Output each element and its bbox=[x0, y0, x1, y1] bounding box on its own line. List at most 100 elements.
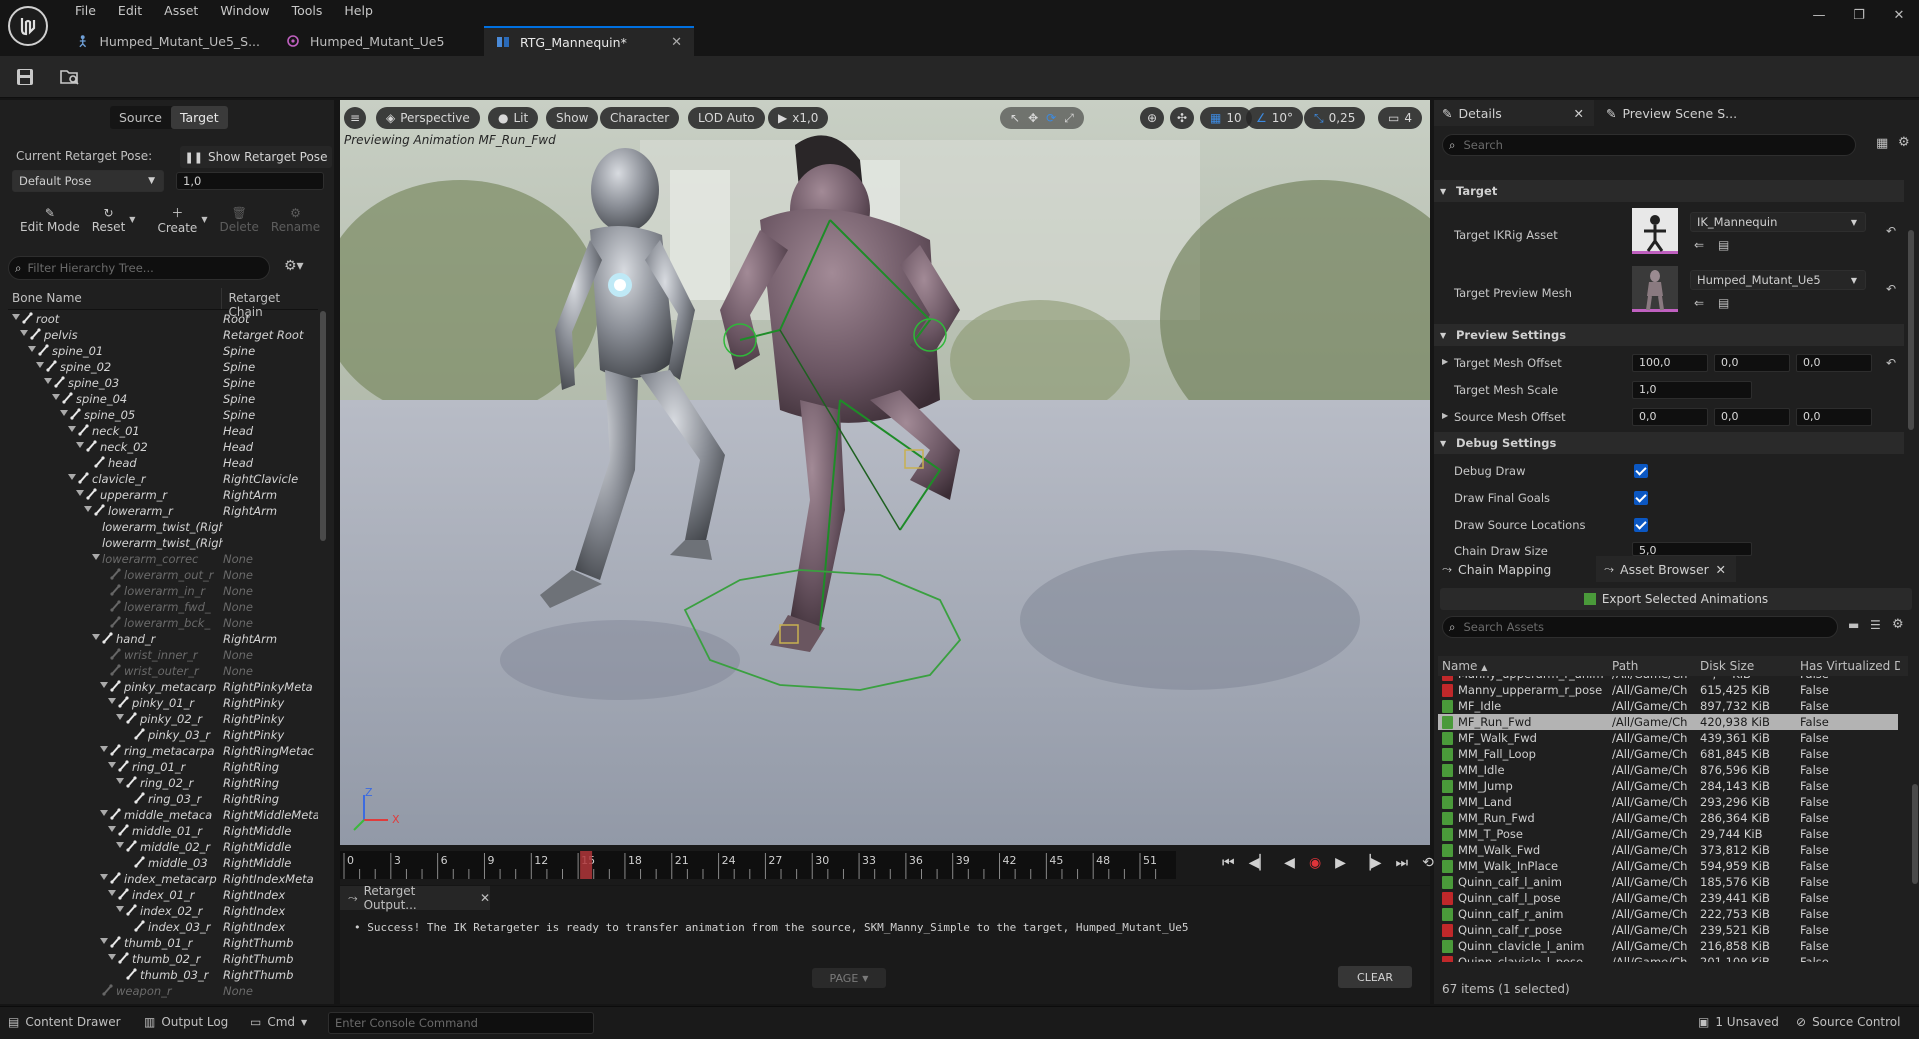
reset-to-default-icon[interactable]: ↶ bbox=[1886, 224, 1896, 238]
chevron-down-icon[interactable] bbox=[100, 874, 108, 880]
tree-row[interactable]: pinky_metacarp RightPinkyMeta bbox=[8, 679, 318, 695]
tab-asset-browser[interactable]: ⤳ Asset Browser ✕ bbox=[1596, 556, 1736, 582]
delete-button[interactable]: 🗑 Delete bbox=[219, 206, 258, 234]
tree-row[interactable]: ring_01_r RightRing bbox=[8, 759, 318, 775]
content-drawer-button[interactable]: ▤ Content Drawer bbox=[8, 1015, 121, 1029]
tab-ikrig[interactable]: Humped_Mutant_Ue5 bbox=[274, 26, 484, 56]
minimize-icon[interactable]: — bbox=[1799, 0, 1839, 30]
chevron-down-icon[interactable] bbox=[60, 410, 68, 416]
asset-row[interactable]: Quinn_clavicle_l_anim/All/Game/Ch 216,858… bbox=[1438, 938, 1898, 954]
asset-row[interactable]: Quinn_calf_r_pose/All/Game/Ch 239,521 KiB… bbox=[1438, 922, 1898, 938]
tree-row[interactable]: spine_05 Spine bbox=[8, 407, 318, 423]
tree-row[interactable]: middle_03 RightMiddle bbox=[8, 855, 318, 871]
tree-row[interactable]: lowerarm_r RightArm bbox=[8, 503, 318, 519]
ikrig-thumbnail[interactable] bbox=[1632, 208, 1678, 254]
lit-button[interactable]: ● Lit bbox=[488, 107, 539, 129]
asset-row[interactable]: MF_Walk_Fwd/All/Game/Ch 439,361 KiB False bbox=[1438, 730, 1898, 746]
chevron-down-icon[interactable] bbox=[44, 378, 52, 384]
tree-row[interactable]: spine_04 Spine bbox=[8, 391, 318, 407]
settings-icon[interactable]: ⚙▾ bbox=[284, 258, 304, 274]
chevron-down-icon[interactable] bbox=[108, 826, 116, 832]
chain-size-field[interactable]: 5,0 bbox=[1632, 542, 1752, 556]
settings-icon[interactable]: ⚙ bbox=[1892, 617, 1904, 632]
tree-row[interactable]: neck_01 Head bbox=[8, 423, 318, 439]
reset-to-default-icon[interactable]: ↶ bbox=[1886, 282, 1896, 296]
menu-edit[interactable]: Edit bbox=[107, 0, 153, 22]
chevron-down-icon[interactable] bbox=[116, 842, 124, 848]
mesh-thumbnail[interactable] bbox=[1632, 266, 1678, 312]
skip-end-icon[interactable]: ⏭ bbox=[1395, 855, 1408, 871]
tree-row[interactable]: index_metacarp RightIndexMeta bbox=[8, 871, 318, 887]
asset-row[interactable]: Quinn_calf_l_pose/All/Game/Ch 239,441 KiB… bbox=[1438, 890, 1898, 906]
tree-row[interactable]: thumb_02_r RightThumb bbox=[8, 951, 318, 967]
src-offset-z[interactable]: 0,0 bbox=[1796, 408, 1872, 426]
tree-row[interactable]: head Head bbox=[8, 455, 318, 471]
asset-row[interactable]: MF_Idle/All/Game/Ch 897,732 KiB False bbox=[1438, 698, 1898, 714]
menu-asset[interactable]: Asset bbox=[153, 0, 209, 22]
asset-row[interactable]: MM_T_Pose/All/Game/Ch 29,744 KiB False bbox=[1438, 826, 1898, 842]
tree-row[interactable]: spine_01 Spine bbox=[8, 343, 318, 359]
tree-row[interactable]: ring_03_r RightRing bbox=[8, 791, 318, 807]
console-input[interactable]: Enter Console Command bbox=[328, 1012, 594, 1034]
asset-row[interactable]: Quinn_clavicle_l_pose/All/Game/Ch 201,109… bbox=[1438, 954, 1898, 962]
target-mesh-dropdown[interactable]: Humped_Mutant_Ue5 ▼ bbox=[1690, 270, 1866, 290]
output-tab[interactable]: ⤳ Retarget Output... ✕ bbox=[340, 884, 490, 912]
chevron-down-icon[interactable] bbox=[52, 394, 60, 400]
tree-row[interactable]: weapon_r None bbox=[8, 983, 318, 999]
tab-skeleton[interactable]: Humped_Mutant_Ue5_S... bbox=[64, 26, 274, 56]
tree-row[interactable]: index_03_r RightIndex bbox=[8, 919, 318, 935]
tree-row[interactable]: upperarm_r RightArm bbox=[8, 487, 318, 503]
step-back-icon[interactable]: ◀▏ bbox=[1249, 855, 1271, 871]
asset-row[interactable]: MM_Land/All/Game/Ch 293,296 KiB False bbox=[1438, 794, 1898, 810]
reset-button[interactable]: ↻ Reset bbox=[92, 206, 126, 234]
asset-scrollbar[interactable] bbox=[1912, 784, 1918, 884]
tree-row[interactable]: ring_metacarpa RightRingMetac bbox=[8, 743, 318, 759]
tree-row[interactable]: pinky_03_r RightPinky bbox=[8, 727, 318, 743]
tree-row[interactable]: pelvis Retarget Root bbox=[8, 327, 318, 343]
tree-row[interactable]: lowerarm_out_r None bbox=[8, 567, 318, 583]
chevron-down-icon[interactable] bbox=[92, 634, 100, 640]
tree-row[interactable]: lowerarm_correc None bbox=[8, 551, 318, 567]
draw-goals-checkbox[interactable] bbox=[1634, 491, 1648, 505]
skip-start-icon[interactable]: ⏮ bbox=[1222, 855, 1235, 871]
use-selected-icon[interactable]: ⇐ bbox=[1694, 296, 1704, 310]
tree-row[interactable]: wrist_outer_r None bbox=[8, 663, 318, 679]
close-window-icon[interactable]: ✕ bbox=[1879, 0, 1919, 30]
chevron-down-icon[interactable]: ▼ bbox=[129, 215, 135, 224]
chevron-down-icon[interactable] bbox=[108, 954, 116, 960]
lod-button[interactable]: LOD Auto bbox=[688, 107, 765, 129]
source-toggle[interactable]: Source bbox=[110, 106, 171, 129]
mesh-scale-field[interactable]: 1,0 bbox=[1632, 381, 1752, 399]
character-button[interactable]: Character bbox=[600, 107, 680, 129]
viewport[interactable]: Z X ≡ ◈ Perspective ● Lit Show Character L… bbox=[340, 100, 1430, 845]
tree-row[interactable]: middle_02_r RightMiddle bbox=[8, 839, 318, 855]
rename-button[interactable]: ⚙ Rename bbox=[271, 206, 320, 234]
col-virtualized[interactable]: Has Virtualized D bbox=[1800, 659, 1900, 673]
tree-row[interactable]: lowerarm_in_r None bbox=[8, 583, 318, 599]
tab-details[interactable]: ✎ Details ✕ bbox=[1434, 100, 1594, 126]
reset-to-default-icon[interactable]: ↶ bbox=[1886, 356, 1896, 370]
close-icon[interactable]: ✕ bbox=[671, 35, 682, 50]
chevron-down-icon[interactable] bbox=[108, 762, 116, 768]
playhead[interactable] bbox=[580, 851, 593, 879]
close-icon[interactable]: ✕ bbox=[1574, 106, 1584, 121]
tree-row[interactable]: hand_r RightArm bbox=[8, 631, 318, 647]
col-bone-name[interactable]: Bone Name bbox=[8, 288, 223, 309]
target-ikrig-dropdown[interactable]: IK_Mannequin ▼ bbox=[1690, 212, 1866, 232]
asset-row[interactable]: Quinn_calf_l_anim/All/Game/Ch 185,576 KiB… bbox=[1438, 874, 1898, 890]
unsaved-button[interactable]: ▣ 1 Unsaved bbox=[1698, 1015, 1779, 1029]
asset-row[interactable]: Quinn_calf_r_anim/All/Game/Ch 222,753 KiB… bbox=[1438, 906, 1898, 922]
chevron-down-icon[interactable] bbox=[28, 346, 36, 352]
tree-row[interactable]: pinky_01_r RightPinky bbox=[8, 695, 318, 711]
chevron-down-icon[interactable] bbox=[76, 442, 84, 448]
tree-row[interactable]: pinky_02_r RightPinky bbox=[8, 711, 318, 727]
scale-snap-button[interactable]: ⤡ 0,25 bbox=[1304, 107, 1366, 129]
record-icon[interactable]: ◉ bbox=[1309, 855, 1321, 871]
timeline-track[interactable]: 03691215182124273033363942454851 bbox=[340, 851, 1176, 879]
browse-icon[interactable] bbox=[60, 68, 80, 86]
clear-button[interactable]: CLEAR bbox=[1338, 966, 1412, 988]
asset-row[interactable]: MM_Idle/All/Game/Ch 876,596 KiB False bbox=[1438, 762, 1898, 778]
tree-row[interactable]: neck_02 Head bbox=[8, 439, 318, 455]
chevron-down-icon[interactable] bbox=[100, 810, 108, 816]
draw-source-checkbox[interactable] bbox=[1634, 518, 1648, 532]
